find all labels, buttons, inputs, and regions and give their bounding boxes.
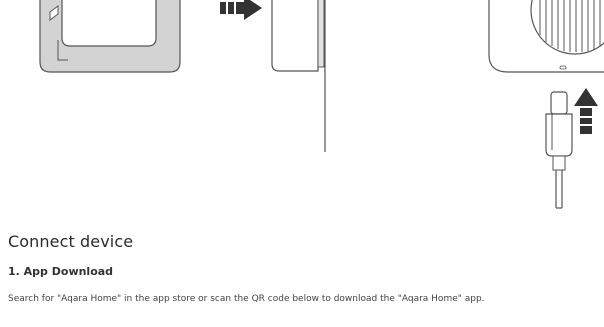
device-back-plate xyxy=(39,0,181,73)
step-title: 1. App Download xyxy=(8,265,114,278)
insert-arrow-icon xyxy=(220,0,262,20)
device-illustration xyxy=(39,0,604,209)
up-arrow-icon xyxy=(574,88,598,134)
hub-device xyxy=(488,0,604,73)
wall-bracket xyxy=(271,0,326,152)
section-title: Connect device xyxy=(8,232,134,251)
usb-c-cable-icon xyxy=(545,91,573,209)
instruction-text: Search for "Aqara Home" in the app store… xyxy=(8,294,485,304)
